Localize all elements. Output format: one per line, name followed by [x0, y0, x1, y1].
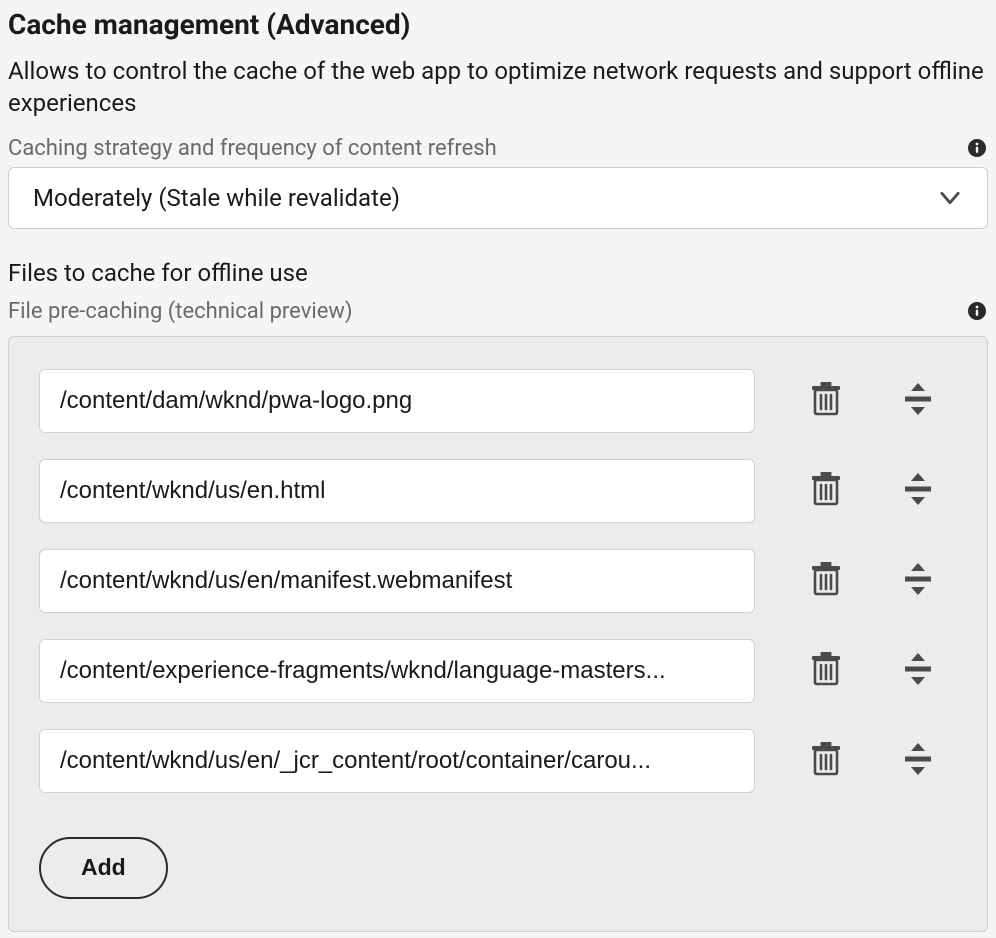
reorder-icon [903, 743, 933, 778]
file-path-input[interactable] [39, 549, 755, 613]
file-row [39, 729, 957, 793]
cache-management-panel: Cache management (Advanced) Allows to co… [0, 0, 996, 932]
reorder-handle[interactable] [903, 563, 933, 598]
add-button[interactable]: Add [39, 837, 168, 899]
file-row-actions [811, 562, 933, 599]
delete-button[interactable] [811, 472, 841, 509]
reorder-icon [903, 383, 933, 418]
trash-icon [811, 472, 841, 509]
file-row-actions [811, 472, 933, 509]
precaching-multifield: Add [8, 336, 988, 932]
reorder-icon [903, 563, 933, 598]
strategy-label-row: Caching strategy and frequency of conten… [8, 136, 988, 167]
strategy-selected-value: Moderately (Stale while revalidate) [33, 184, 400, 212]
reorder-handle[interactable] [903, 653, 933, 688]
reorder-handle[interactable] [903, 473, 933, 508]
file-row [39, 369, 957, 433]
file-row-actions [811, 382, 933, 419]
section-title: Cache management (Advanced) [8, 8, 988, 55]
reorder-icon [903, 473, 933, 508]
strategy-select-wrap: Moderately (Stale while revalidate) [8, 167, 988, 229]
reorder-handle[interactable] [903, 383, 933, 418]
file-row [39, 639, 957, 703]
reorder-icon [903, 653, 933, 688]
delete-button[interactable] [811, 742, 841, 779]
info-icon[interactable] [968, 139, 986, 157]
reorder-handle[interactable] [903, 743, 933, 778]
trash-icon [811, 742, 841, 779]
trash-icon [811, 652, 841, 689]
delete-button[interactable] [811, 562, 841, 599]
trash-icon [811, 562, 841, 599]
section-description: Allows to control the cache of the web a… [8, 55, 988, 136]
strategy-select[interactable]: Moderately (Stale while revalidate) [8, 167, 988, 229]
precaching-label-row: File pre-caching (technical preview) [8, 299, 988, 330]
offline-heading: Files to cache for offline use [8, 259, 988, 299]
file-path-input[interactable] [39, 639, 755, 703]
strategy-label: Caching strategy and frequency of conten… [8, 136, 497, 161]
info-icon[interactable] [968, 302, 986, 320]
trash-icon [811, 382, 841, 419]
file-row-actions [811, 742, 933, 779]
file-path-input[interactable] [39, 729, 755, 793]
file-row [39, 459, 957, 523]
delete-button[interactable] [811, 382, 841, 419]
delete-button[interactable] [811, 652, 841, 689]
precaching-label: File pre-caching (technical preview) [8, 299, 353, 324]
file-row [39, 549, 957, 613]
file-path-input[interactable] [39, 459, 755, 523]
file-row-actions [811, 652, 933, 689]
file-path-input[interactable] [39, 369, 755, 433]
